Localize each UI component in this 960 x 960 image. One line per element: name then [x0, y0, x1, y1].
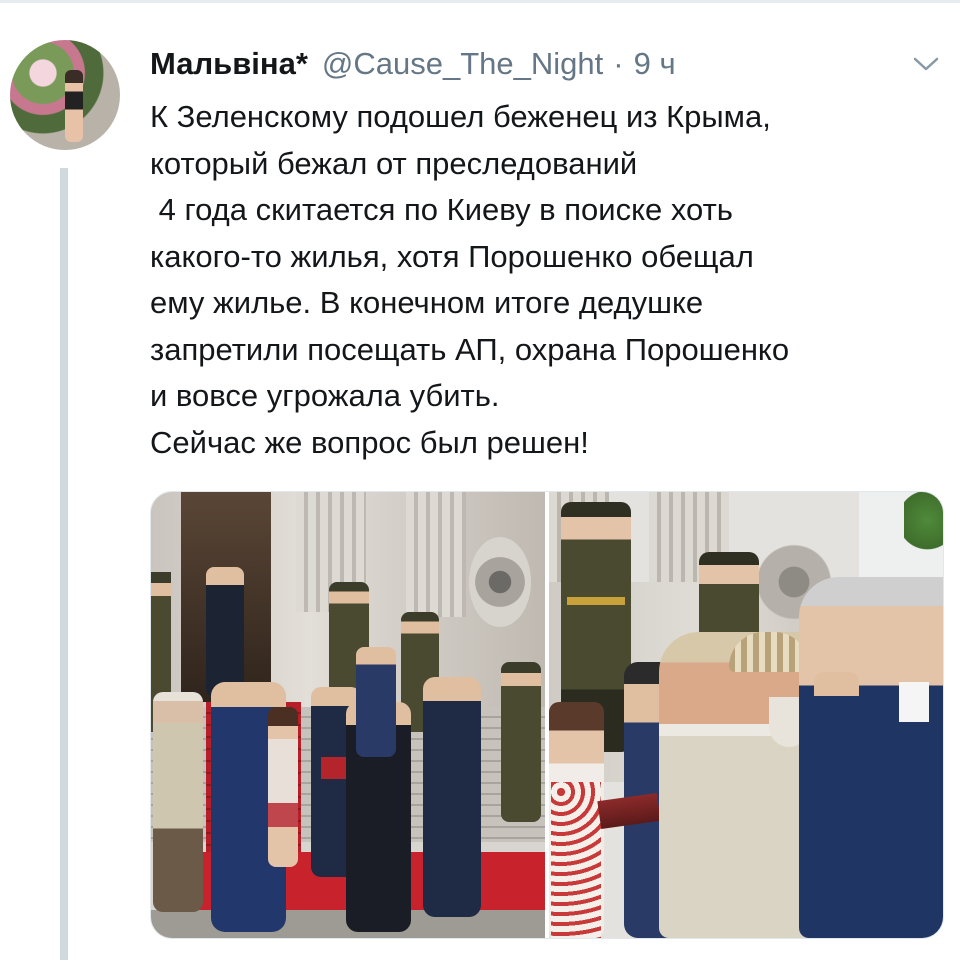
elderly-man — [153, 692, 203, 912]
red-folder — [321, 757, 349, 779]
tweet-header: Мальвіна* @Cause_The_Night · 9 ч — [150, 44, 940, 84]
author-handle[interactable]: @Cause_The_Night — [322, 46, 603, 82]
woman-dress — [551, 782, 601, 938]
man-back — [356, 647, 396, 757]
tree — [904, 492, 943, 562]
tweet-text: К Зеленскому подошел беженец из Крыма, к… — [150, 94, 950, 466]
woman — [268, 707, 298, 867]
media-grid — [150, 491, 944, 939]
column — [406, 492, 466, 617]
person-doorway — [206, 567, 244, 697]
guard-belt — [567, 597, 625, 605]
avatar-figure — [65, 70, 83, 142]
tweet-text-line: К Зеленскому подошел беженец из Крыма, — [150, 99, 771, 134]
collar — [899, 682, 929, 722]
top-divider — [0, 0, 960, 3]
photo-left[interactable] — [151, 492, 545, 938]
tweet-text-line: Сейчас же вопрос был решен! — [150, 424, 589, 460]
tweet-text-line: ему жилье. В конечном итоге дедушке — [150, 285, 704, 320]
author-name[interactable]: Мальвіна* — [150, 46, 308, 82]
tweet-text-line: запретили посещать АП, охрана Порошенко — [150, 331, 790, 367]
guard — [501, 662, 541, 822]
thread-line — [60, 168, 68, 960]
photo-right[interactable] — [549, 492, 943, 938]
chevron-down-icon[interactable] — [912, 54, 940, 74]
tweet-text-line: какого-то жилья, хотя Порошенко обещал — [150, 238, 754, 274]
emblem — [469, 537, 531, 627]
tweet-text-line: и вовсе угрожала убить. — [150, 378, 500, 413]
separator-dot: · — [613, 46, 624, 81]
man-background — [814, 672, 859, 832]
tweet-time[interactable]: 9 ч — [634, 46, 676, 82]
man-right — [423, 677, 481, 917]
tweet-text-line: который бежал от преследований — [150, 145, 638, 181]
avatar[interactable] — [10, 40, 120, 150]
tweet-text-line: 4 года скитается по Киеву в поиске хоть — [150, 192, 733, 227]
